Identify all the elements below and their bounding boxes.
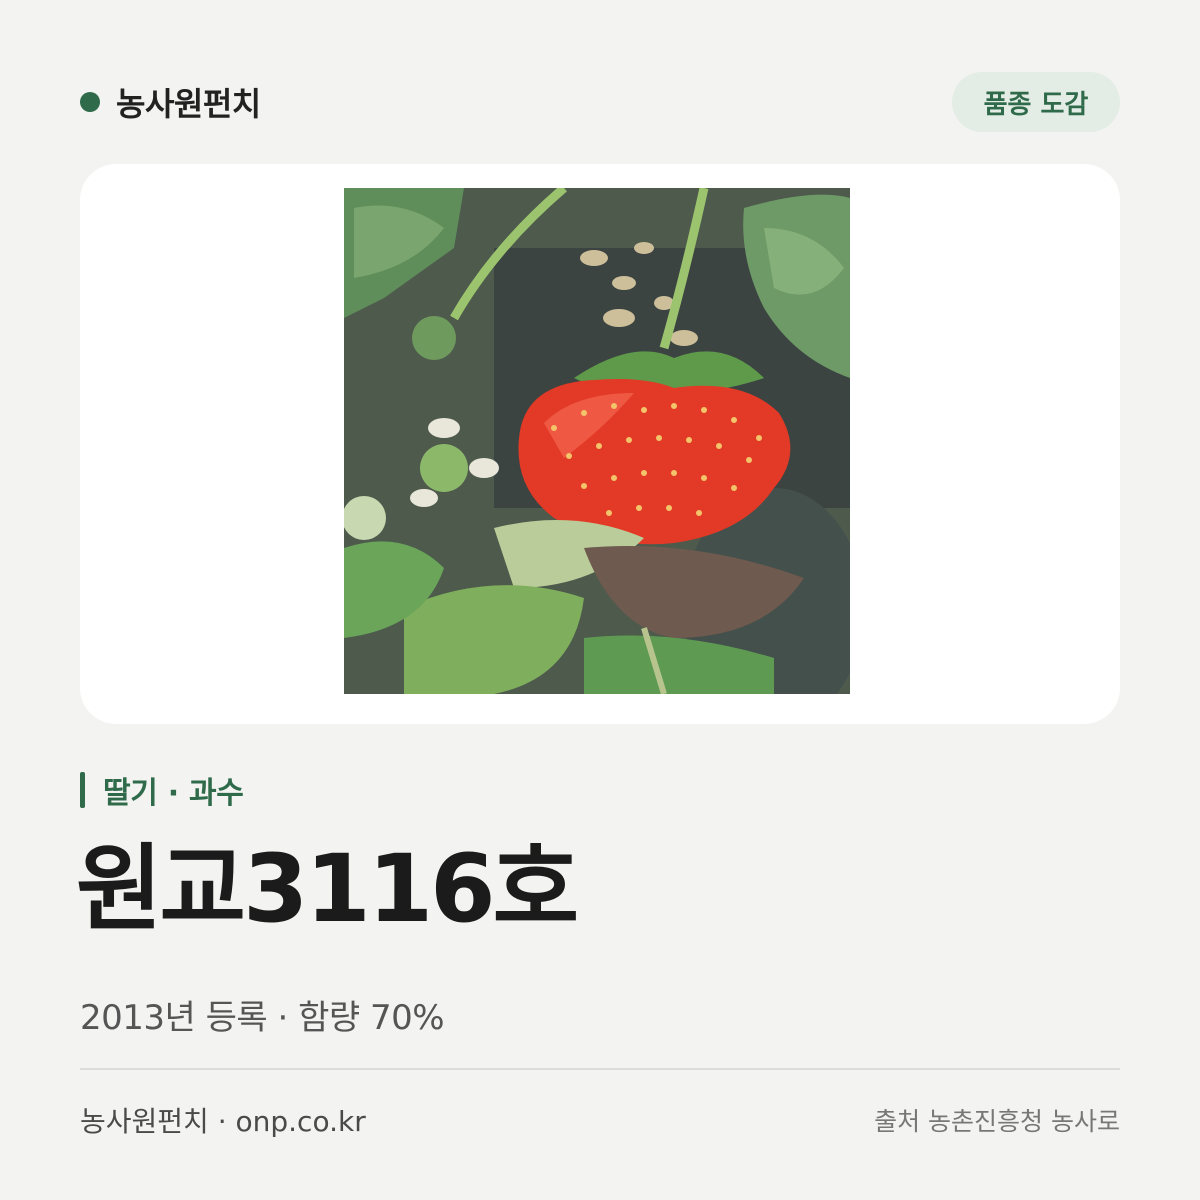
- variety-meta: 2013년 등록 · 함량 70%: [80, 998, 445, 1038]
- footer-divider: [80, 1068, 1120, 1070]
- variety-name: 원교3116호: [76, 835, 579, 944]
- brand: 농사원펀치: [80, 78, 261, 126]
- strawberry-photo: [344, 188, 850, 694]
- brand-name: 농사원펀치: [116, 85, 261, 123]
- brand-dot-icon: [80, 92, 100, 112]
- category-tag-badge: 품종 도감: [952, 72, 1120, 132]
- variety-card-page: 농사원펀치 품종 도감 딸기 · 과수 원교3116호 2013년 등록 · 함…: [0, 0, 1200, 1200]
- photo-card: [80, 164, 1120, 724]
- category-accent-bar: [80, 772, 85, 808]
- footer-source: 출처 농촌진흥청 농사로: [874, 1107, 1120, 1136]
- variety-category: 딸기 · 과수: [80, 770, 244, 811]
- category-label: 딸기 · 과수: [103, 776, 244, 811]
- footer-site: 농사원펀치 · onp.co.kr: [80, 1105, 366, 1138]
